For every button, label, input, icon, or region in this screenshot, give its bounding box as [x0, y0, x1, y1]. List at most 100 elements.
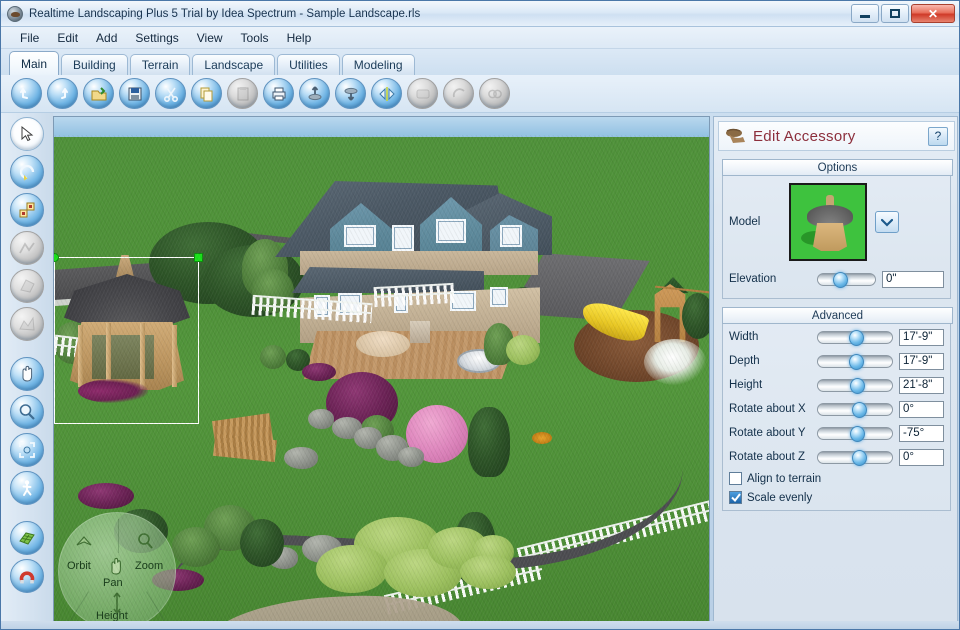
- elevation-slider-knob[interactable]: [832, 271, 848, 288]
- tab-strip: Main Building Terrain Landscape Utilitie…: [1, 49, 959, 75]
- height-value[interactable]: 21'-8": [899, 376, 944, 394]
- draw-polygon-tool: [10, 269, 44, 303]
- status-strip: [1, 621, 959, 629]
- elevation-row: Elevation 0": [723, 267, 950, 291]
- gazebo-object[interactable]: [54, 117, 254, 437]
- depth-value[interactable]: 17'-9": [899, 352, 944, 370]
- tab-building[interactable]: Building: [61, 54, 128, 75]
- mirror-flip-icon[interactable]: [371, 78, 402, 109]
- save-disk-icon[interactable]: [119, 78, 150, 109]
- nav-label-pan[interactable]: Pan: [103, 577, 123, 589]
- print-icon[interactable]: [263, 78, 294, 109]
- accessory-icon: [725, 127, 747, 145]
- nav-label-orbit[interactable]: Orbit: [67, 560, 91, 572]
- rotate-y-slider-knob[interactable]: [849, 425, 865, 442]
- viewport-scene: Orbit Zoom Pan Height: [54, 117, 709, 627]
- rotate-x-slider[interactable]: [817, 401, 893, 418]
- scale-evenly-checkbox[interactable]: [729, 491, 742, 504]
- menu-item-tools[interactable]: Tools: [232, 29, 278, 47]
- rotate-tool[interactable]: [10, 155, 44, 189]
- model-label: Model: [729, 216, 761, 228]
- nav-label-zoom[interactable]: Zoom: [135, 560, 163, 572]
- lower-object-icon[interactable]: [335, 78, 366, 109]
- zoom-extents-tool[interactable]: [10, 433, 44, 467]
- magnet-snap-tool[interactable]: [10, 559, 44, 593]
- 3d-landscape-viewport[interactable]: Orbit Zoom Pan Height: [53, 116, 710, 628]
- undo-icon[interactable]: [11, 78, 42, 109]
- close-button[interactable]: ✕: [911, 4, 955, 23]
- menu-item-edit[interactable]: Edit: [48, 29, 87, 47]
- pan-hand-icon[interactable]: [106, 555, 126, 577]
- depth-slider[interactable]: [817, 353, 893, 370]
- menu-item-add[interactable]: Add: [87, 29, 126, 47]
- window-controls: ✕: [851, 4, 955, 23]
- tab-modeling[interactable]: Modeling: [341, 54, 415, 75]
- grid-snap-tool[interactable]: [10, 521, 44, 555]
- raise-object-icon[interactable]: [299, 78, 330, 109]
- copy-object-tool[interactable]: [10, 193, 44, 227]
- shrub: [260, 345, 286, 369]
- menu-item-settings[interactable]: Settings: [126, 29, 187, 47]
- rotate-z-slider[interactable]: [817, 449, 893, 466]
- flower-bed: [302, 363, 336, 381]
- navigation-compass-widget[interactable]: Orbit Zoom Pan Height: [58, 512, 176, 627]
- elevation-slider[interactable]: [817, 271, 876, 288]
- rotate-x-value[interactable]: 0°: [899, 400, 944, 418]
- rotate-y-label: Rotate about Y: [729, 427, 806, 439]
- pan-hand-tool[interactable]: [10, 357, 44, 391]
- zoom-magnifier-tool[interactable]: [10, 395, 44, 429]
- garden-rock: [308, 409, 334, 429]
- maximize-button[interactable]: [881, 4, 909, 23]
- tab-landscape[interactable]: Landscape: [192, 54, 276, 75]
- height-slider[interactable]: [817, 377, 893, 394]
- boxwood-shrub: [316, 545, 388, 593]
- elevation-value[interactable]: 0": [882, 270, 944, 288]
- rotate-y-row: Rotate about Y -75°: [723, 421, 950, 445]
- help-button[interactable]: ?: [928, 126, 948, 146]
- select-arrow-tool[interactable]: [10, 117, 44, 151]
- rotate-y-value[interactable]: -75°: [899, 424, 944, 442]
- zoom-icon[interactable]: [135, 531, 155, 551]
- rotate-x-slider-knob[interactable]: [852, 401, 868, 418]
- depth-slider-knob[interactable]: [849, 353, 865, 370]
- tab-utilities[interactable]: Utilities: [277, 54, 340, 75]
- rotate-z-value[interactable]: 0°: [899, 448, 944, 466]
- depth-label: Depth: [729, 355, 760, 367]
- model-thumbnail[interactable]: [789, 183, 867, 261]
- walkthrough-tool[interactable]: [10, 471, 44, 505]
- maximize-icon: [890, 9, 900, 18]
- tab-main[interactable]: Main: [9, 51, 60, 75]
- height-slider-knob[interactable]: [849, 377, 865, 394]
- rotate-z-row: Rotate about Z 0°: [723, 445, 950, 469]
- gazebo-roof: [64, 274, 190, 330]
- draw-polyline-tool: [10, 231, 44, 265]
- main-toolbar: [1, 75, 959, 113]
- width-label: Width: [729, 331, 759, 343]
- redo-icon[interactable]: [47, 78, 78, 109]
- elevation-label: Elevation: [729, 273, 777, 285]
- gazebo-flower-bed: [78, 379, 148, 403]
- draw-region-tool: [10, 307, 44, 341]
- width-slider[interactable]: [817, 329, 893, 346]
- open-folder-icon[interactable]: [83, 78, 114, 109]
- cut-scissors-icon[interactable]: [155, 78, 186, 109]
- tab-terrain[interactable]: Terrain: [129, 54, 191, 75]
- outdoor-grill: [410, 321, 430, 343]
- window-title: Realtime Landscaping Plus 5 Trial by Ide…: [29, 7, 421, 20]
- menu-item-file[interactable]: File: [11, 29, 48, 47]
- menu-item-view[interactable]: View: [188, 29, 232, 47]
- align-to-terrain-checkbox[interactable]: [729, 472, 742, 485]
- panel-title: Edit Accessory: [753, 127, 856, 145]
- gazebo-post: [78, 325, 83, 387]
- rotate-z-slider-knob[interactable]: [852, 449, 868, 466]
- chevron-down-icon[interactable]: [875, 211, 899, 233]
- copy-pages-icon[interactable]: [191, 78, 222, 109]
- orbit-icon[interactable]: [73, 533, 95, 553]
- minimize-button[interactable]: [851, 4, 879, 23]
- width-value[interactable]: 17'-9": [899, 328, 944, 346]
- panel-empty-area: [718, 507, 955, 623]
- rotate-y-slider[interactable]: [817, 425, 893, 442]
- menu-item-help[interactable]: Help: [278, 29, 321, 47]
- width-slider-knob[interactable]: [849, 329, 865, 346]
- patio-umbrella: [356, 331, 410, 357]
